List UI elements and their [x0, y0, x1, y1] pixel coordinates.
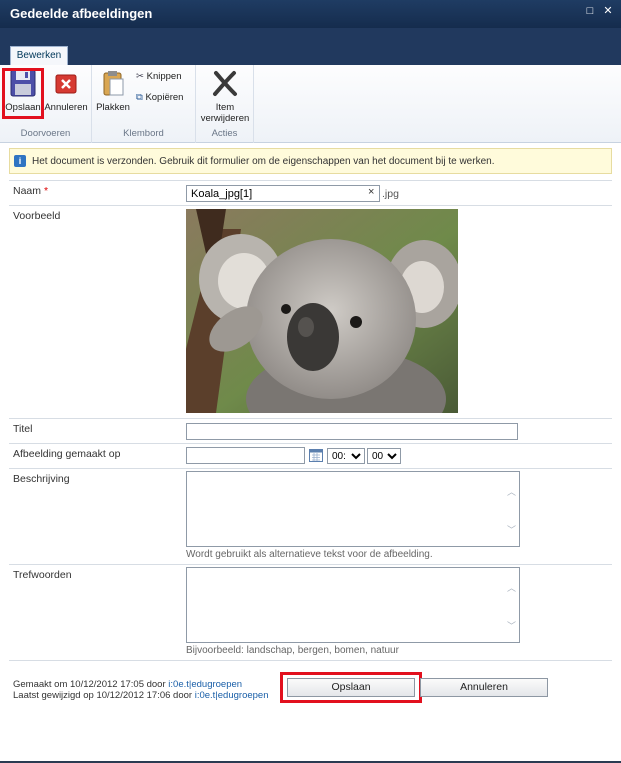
cancel-icon — [55, 74, 77, 94]
highlight-box — [2, 68, 44, 119]
group-acties: Item verwijderen Acties — [196, 65, 254, 143]
name-input[interactable] — [186, 185, 380, 202]
field-row-titel: Titel — [9, 418, 612, 443]
delete-item-button[interactable]: Item verwijderen — [198, 69, 252, 124]
ribbon-tab-strip: Bewerken — [0, 28, 621, 65]
status-message-text: Het document is verzonden. Gebruik dit f… — [32, 156, 495, 167]
modified-by-link[interactable]: i:0e.t|edugroepen — [195, 690, 269, 701]
paste-icon — [103, 71, 124, 96]
footer-divider — [9, 660, 612, 661]
close-icon[interactable]: ✕ — [602, 6, 614, 17]
modified-text: Laatst gewijzigd op 10/12/2012 17:06 doo… — [13, 690, 193, 701]
scroll-down-icon[interactable]: ﹀ — [507, 619, 516, 632]
hour-select[interactable]: 00: — [327, 448, 365, 464]
modified-info: Laatst gewijzigd op 10/12/2012 17:06 doo… — [13, 690, 268, 701]
group-label-acties: Acties — [211, 128, 238, 139]
save-button[interactable]: Opslaan — [287, 678, 415, 697]
ribbon: Opslaan Annuleren Doorvoeren Plakken ✂ K… — [0, 65, 621, 143]
required-marker: * — [43, 185, 49, 197]
group-label-klembord: Klembord — [123, 128, 164, 139]
label-voorbeeld: Voorbeeld — [13, 210, 61, 222]
description-textarea[interactable]: ︿ ﹀ — [186, 471, 520, 547]
date-input[interactable] — [186, 447, 305, 464]
label-naam: Naam * — [13, 185, 49, 197]
info-icon: i — [14, 155, 26, 167]
keywords-hint: Bijvoorbeeld: landschap, bergen, bomen, … — [186, 645, 399, 656]
label-titel: Titel — [13, 423, 33, 435]
file-extension: .jpg — [382, 188, 399, 200]
copy-button[interactable]: ⧉ Kopiëren — [136, 92, 183, 103]
group-label-doorvoeren: Doorvoeren — [20, 128, 71, 139]
label-datum: Afbeelding gemaakt op — [13, 448, 121, 460]
window-titlebar: Gedeelde afbeeldingen □ ✕ — [0, 0, 621, 28]
copy-icon: ⧉ — [136, 92, 143, 103]
scroll-up-icon[interactable]: ︿ — [507, 485, 516, 498]
delete-label-line1: Item — [215, 102, 235, 113]
cancel-ribbon-label: Annuleren — [44, 102, 88, 113]
minute-select[interactable]: 00 — [367, 448, 401, 464]
clear-input-icon[interactable]: × — [368, 186, 374, 198]
scissors-icon: ✂ — [136, 71, 144, 82]
scroll-down-icon[interactable]: ﹀ — [507, 523, 516, 536]
cut-label: Knippen — [146, 71, 182, 82]
keywords-textarea[interactable]: ︿ ﹀ — [186, 567, 520, 643]
delete-label-line2: verwijderen — [200, 113, 250, 124]
label-trefwoorden: Trefwoorden — [13, 569, 72, 581]
cancel-button[interactable]: Annuleren — [420, 678, 548, 697]
tab-bewerken[interactable]: Bewerken — [10, 46, 68, 65]
copy-label: Kopiëren — [145, 92, 184, 103]
label-beschrijving: Beschrijving — [13, 473, 70, 485]
scroll-up-icon[interactable]: ︿ — [507, 581, 516, 594]
field-row-naam: Naam * × .jpg — [9, 180, 612, 205]
created-by-link[interactable]: i:0e.t|edugroepen — [168, 679, 242, 690]
description-hint: Wordt gebruikt als alternatieve tekst vo… — [186, 549, 433, 560]
preview-image — [186, 209, 458, 413]
created-info: Gemaakt om 10/12/2012 17:05 door i:0e.t|… — [13, 679, 242, 690]
cancel-ribbon-button[interactable]: Annuleren — [44, 69, 88, 113]
status-message: i Het document is verzonden. Gebruik dit… — [9, 148, 612, 174]
paste-label: Plakken — [96, 102, 130, 113]
group-klembord: Plakken ✂ Knippen ⧉ Kopiëren Klembord — [92, 65, 196, 143]
field-row-datum: Afbeelding gemaakt op 00: 00 — [9, 443, 612, 468]
cut-button[interactable]: ✂ Knippen — [136, 71, 181, 82]
title-input[interactable] — [186, 423, 518, 440]
field-row-voorbeeld: Voorbeeld — [9, 205, 612, 418]
field-row-trefwoorden: Trefwoorden ︿ ﹀ Bijvoorbeeld: landschap,… — [9, 564, 612, 660]
maximize-icon[interactable]: □ — [584, 6, 596, 17]
paste-button[interactable]: Plakken — [96, 69, 130, 113]
field-row-beschrijving: Beschrijving ︿ ﹀ Wordt gebruikt als alte… — [9, 468, 612, 564]
created-text: Gemaakt om 10/12/2012 17:05 door — [13, 679, 166, 690]
calendar-icon[interactable] — [309, 448, 323, 462]
delete-x-icon — [213, 71, 237, 96]
window-title: Gedeelde afbeeldingen — [10, 6, 153, 21]
